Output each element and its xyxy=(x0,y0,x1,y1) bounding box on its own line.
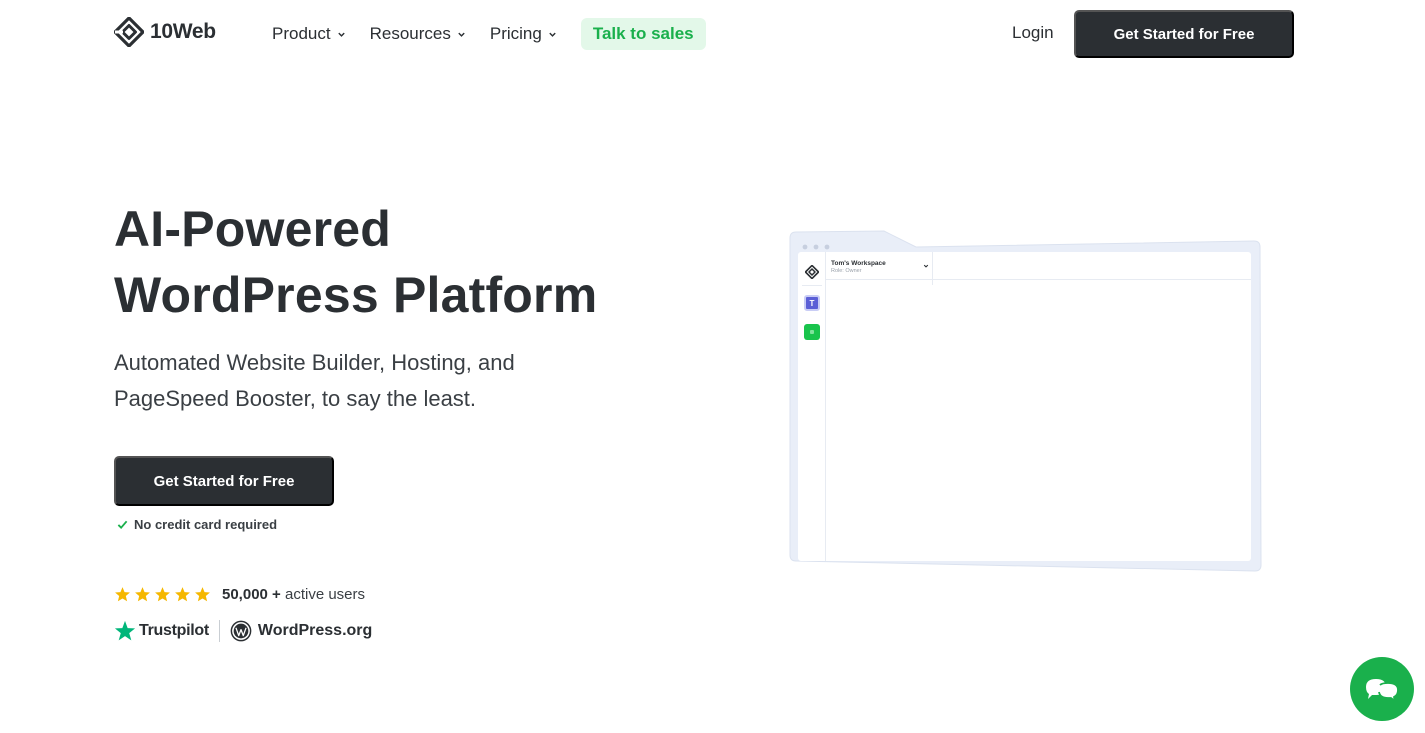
chevron-down-icon xyxy=(337,32,345,37)
mockup-topbar: Tom's Workspace Role: Owner xyxy=(826,252,1251,285)
main-nav: Product Resources Pricing Talk to sales xyxy=(272,18,706,50)
star-icon xyxy=(175,587,190,602)
active-users-text: 50,000 + active users xyxy=(222,586,365,603)
sidebar-separator xyxy=(802,285,822,286)
trustpilot-label: Trustpilot xyxy=(139,622,209,639)
hero-get-started-button[interactable]: Get Started for Free xyxy=(114,456,334,506)
logo-text: 10Web xyxy=(150,20,216,43)
workspace-role: Role: Owner xyxy=(831,268,862,274)
chat-bubbles-icon xyxy=(1366,679,1399,704)
workspace-selector: Tom's Workspace Role: Owner xyxy=(826,252,933,285)
10web-logo-icon xyxy=(114,17,144,47)
nav-pricing[interactable]: Pricing xyxy=(490,18,557,50)
nav-product[interactable]: Product xyxy=(272,18,346,50)
hero-title: AI-Powered WordPress Platform xyxy=(114,196,597,328)
workspace-avatar-t: T xyxy=(804,295,820,311)
wordpress-icon xyxy=(230,620,252,642)
site-header: 10Web Product Resources Pricing Talk to … xyxy=(0,0,1425,68)
mockup-screen: T Tom's Workspace Role: Owner xyxy=(798,252,1251,561)
hero-title-line2: WordPress Platform xyxy=(114,267,598,323)
star-icon xyxy=(135,587,150,602)
rating: 50,000 + active users xyxy=(114,586,365,603)
10web-logo-icon xyxy=(805,265,819,279)
workspace-avatar-green xyxy=(804,324,820,340)
hero-title-line1: AI-Powered xyxy=(114,201,392,257)
nav-product-label: Product xyxy=(272,24,331,43)
mockup-sidebar: T xyxy=(798,252,826,561)
users-label: active users xyxy=(284,586,366,603)
star-rating xyxy=(114,586,211,603)
nav-resources[interactable]: Resources xyxy=(370,18,466,50)
wordpress-org-label: WordPress.org xyxy=(257,622,373,639)
badge-divider xyxy=(218,620,220,642)
review-badges: Trustpilot WordPress.org xyxy=(114,620,372,642)
logo[interactable]: 10Web xyxy=(114,17,216,47)
hero-subtitle: Automated Website Builder, Hosting, and … xyxy=(114,350,515,411)
login-link[interactable]: Login xyxy=(1012,23,1054,43)
workspace-name: Tom's Workspace xyxy=(831,260,886,267)
star-icon xyxy=(155,587,170,602)
users-count: 50,000 + xyxy=(222,586,281,603)
talk-to-sales-link[interactable]: Talk to sales xyxy=(580,18,706,50)
trustpilot-badge[interactable]: Trustpilot xyxy=(114,620,209,642)
trustpilot-star-icon xyxy=(114,620,136,641)
chevron-down-icon xyxy=(458,32,465,37)
header-get-started-button[interactable]: Get Started for Free xyxy=(1074,10,1294,58)
nav-resources-label: Resources xyxy=(369,24,451,43)
dashboard-mockup: T Tom's Workspace Role: Owner xyxy=(788,230,1262,573)
wordpress-org-badge[interactable]: WordPress.org xyxy=(230,620,372,642)
chat-widget-button[interactable] xyxy=(1350,657,1414,721)
star-icon xyxy=(195,587,210,602)
chevron-down-icon xyxy=(923,264,929,268)
chevron-down-icon xyxy=(549,32,556,37)
nav-pricing-label: Pricing xyxy=(489,24,542,43)
no-credit-card-note: No credit card required xyxy=(117,517,277,532)
no-credit-card-text: No credit card required xyxy=(134,517,278,532)
star-icon xyxy=(115,587,130,602)
check-icon xyxy=(117,520,128,530)
